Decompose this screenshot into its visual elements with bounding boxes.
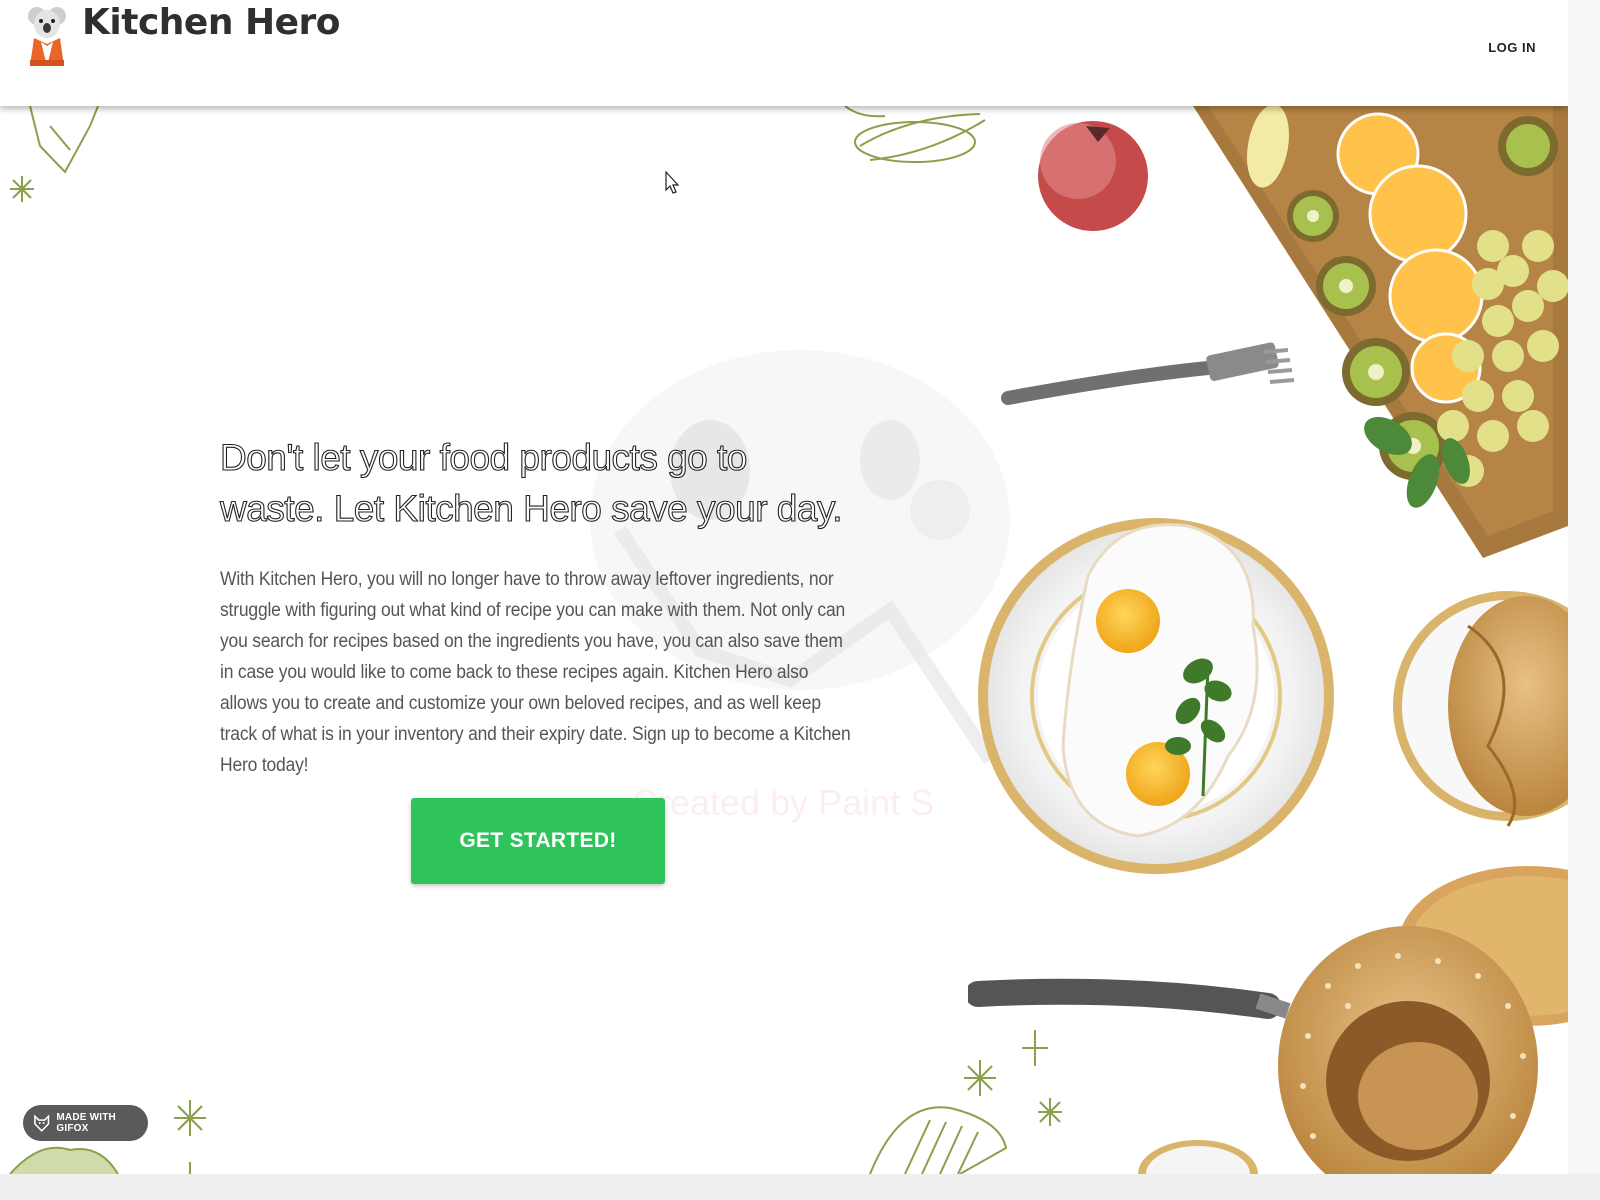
- doodle-leaf-icon: [174, 1100, 206, 1174]
- fox-icon: [34, 1114, 50, 1132]
- doodle-basket-icon: [9, 1146, 119, 1174]
- top-navbar: Kitchen Hero LOG IN: [0, 0, 1568, 106]
- window-bottom-edge: [0, 1174, 1600, 1200]
- brand-name: Kitchen Hero: [82, 1, 341, 43]
- hero-section: Don't let your food products go to waste…: [219, 432, 860, 781]
- doodle-bottle-icon: [10, 106, 99, 202]
- brand[interactable]: Kitchen Hero: [24, 1, 341, 70]
- hero-description: With Kitchen Hero, you will no longer ha…: [220, 569, 851, 776]
- koala-chef-logo-icon: [28, 7, 66, 66]
- watermark-text: Created by Paint S: [632, 782, 935, 823]
- breakfast-table-image: [968, 106, 1568, 1174]
- gifox-badge: MADE WITH GIFOX: [23, 1105, 148, 1141]
- hero-title: Don't let your food products go to waste…: [219, 436, 843, 529]
- mouse-cursor-icon: [665, 171, 679, 194]
- gifox-label: MADE WITH GIFOX: [56, 1112, 116, 1134]
- app-window: Kitchen Hero LOG IN Created by Paint S D…: [0, 0, 1568, 1174]
- login-link[interactable]: LOG IN: [1488, 40, 1536, 55]
- get-started-button[interactable]: GET STARTED!: [411, 798, 665, 884]
